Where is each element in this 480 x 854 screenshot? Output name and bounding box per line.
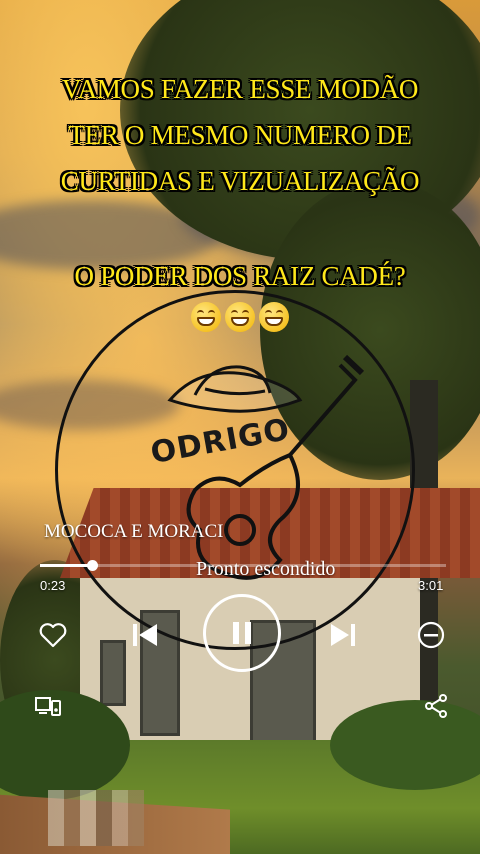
devices-icon bbox=[35, 697, 61, 716]
song-title: Pronto escondido bbox=[196, 558, 336, 580]
skip-next-icon bbox=[331, 624, 355, 646]
progress-fill bbox=[40, 564, 92, 567]
next-button[interactable] bbox=[328, 620, 358, 650]
caption-line-1: VAMOS FAZER ESSE MODÃO bbox=[61, 74, 419, 104]
elapsed-time: 0:23 bbox=[40, 578, 66, 593]
caption-line-2: TER O MESMO NUMERO DE bbox=[68, 120, 412, 150]
previous-button[interactable] bbox=[130, 620, 160, 650]
minus-circle-icon bbox=[417, 621, 445, 649]
skip-previous-icon bbox=[133, 624, 157, 646]
progress-thumb[interactable] bbox=[86, 560, 98, 571]
caption-line-4: O PODER DOS RAIZ CADÉ? bbox=[74, 261, 406, 291]
pause-button[interactable] bbox=[203, 594, 281, 672]
pixelated-patch bbox=[48, 790, 144, 846]
heart-icon bbox=[39, 623, 67, 648]
pause-icon bbox=[233, 622, 251, 644]
like-button[interactable] bbox=[38, 620, 68, 650]
caption-line-3: CURTIDAS E VIZUALIZAÇÃO bbox=[60, 166, 420, 196]
devices-button[interactable] bbox=[34, 694, 62, 720]
artist-name: MOCOCA E MORACI bbox=[44, 521, 224, 542]
house-window bbox=[100, 640, 126, 706]
remove-button[interactable] bbox=[416, 620, 446, 650]
total-duration: 3:01 bbox=[418, 578, 444, 593]
share-icon bbox=[425, 694, 447, 718]
cowboy-hat-icon bbox=[167, 365, 303, 413]
share-button[interactable] bbox=[422, 692, 450, 720]
